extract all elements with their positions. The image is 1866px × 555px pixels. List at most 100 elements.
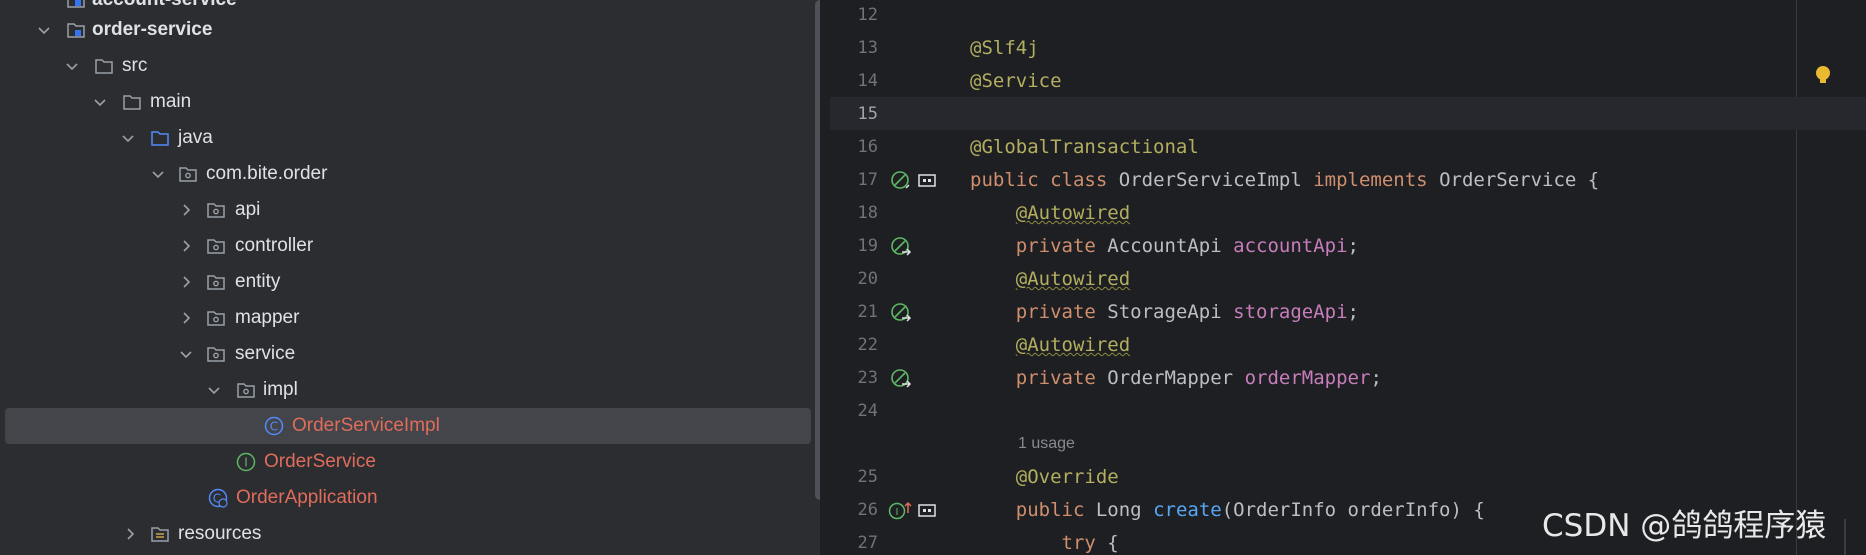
svg-text:I: I bbox=[896, 507, 899, 518]
code-line[interactable]: 21 private StorageApi storageApi; bbox=[830, 295, 1866, 328]
line-number: 17 bbox=[857, 170, 878, 190]
line-number: 16 bbox=[857, 137, 878, 157]
chevron-right-icon[interactable] bbox=[178, 274, 194, 290]
project-tree-panel: account-service order-service src main j… bbox=[0, 0, 820, 555]
code-line[interactable]: 23 private OrderMapper orderMapper; bbox=[830, 361, 1866, 394]
package-icon bbox=[179, 167, 197, 182]
chevron-right-icon[interactable] bbox=[178, 238, 194, 254]
tree-item-main[interactable]: main bbox=[0, 84, 820, 120]
class-name: OrderServiceImpl bbox=[1118, 169, 1302, 191]
package-icon bbox=[207, 275, 225, 290]
field-declaration: private StorageApi storageApi; bbox=[970, 301, 1359, 323]
keyword: private bbox=[1015, 301, 1096, 323]
annotation-text: @Override bbox=[1015, 466, 1119, 488]
tree-item-service[interactable]: service bbox=[0, 336, 820, 372]
spring-autowired-icon[interactable] bbox=[889, 301, 913, 325]
code-line[interactable]: 12 bbox=[830, 0, 1866, 31]
tree-item-label: OrderService bbox=[264, 451, 376, 472]
code-line[interactable]: 19 private AccountApi accountApi; bbox=[830, 229, 1866, 262]
field-declaration: private OrderMapper orderMapper; bbox=[970, 367, 1382, 389]
parameters: (OrderInfo orderInfo) { bbox=[1221, 499, 1485, 521]
keyword: try bbox=[1061, 532, 1096, 554]
tree-item-orderservice[interactable]: I OrderService bbox=[0, 444, 820, 480]
line-number: 12 bbox=[857, 5, 878, 25]
implemented-interface-icon[interactable] bbox=[916, 169, 938, 191]
line-number: 27 bbox=[857, 533, 878, 553]
chevron-down-icon[interactable] bbox=[92, 94, 108, 110]
semicolon: ; bbox=[1347, 235, 1359, 257]
chevron-right-icon[interactable] bbox=[178, 310, 194, 326]
resources-folder-icon bbox=[151, 527, 169, 542]
field-name: orderMapper bbox=[1244, 367, 1371, 389]
chevron-down-icon[interactable] bbox=[150, 166, 166, 182]
module-folder-icon bbox=[67, 23, 85, 38]
tree-item-label: mapper bbox=[235, 307, 300, 328]
chevron-down-icon[interactable] bbox=[178, 346, 194, 362]
chevron-down-icon[interactable] bbox=[206, 382, 222, 398]
lightbulb-icon[interactable] bbox=[1812, 64, 1834, 88]
tree-item-orderserviceimpl[interactable]: C OrderServiceImpl bbox=[0, 408, 820, 444]
keyword: implements bbox=[1313, 169, 1428, 191]
tree-item-label: order-service bbox=[92, 19, 213, 40]
folder-icon bbox=[95, 59, 113, 74]
tree-item-label: OrderServiceImpl bbox=[292, 415, 440, 436]
brace: { bbox=[1095, 532, 1119, 554]
code-line[interactable]: 24 bbox=[830, 394, 1866, 427]
tree-item-label: java bbox=[178, 127, 213, 148]
code-line[interactable]: 22 @Autowired bbox=[830, 328, 1866, 361]
tree-item-label: OrderApplication bbox=[236, 487, 378, 508]
chevron-right-icon[interactable] bbox=[178, 202, 194, 218]
code-line[interactable]: 20 @Autowired bbox=[830, 262, 1866, 295]
code-line[interactable]: 16 @GlobalTransactional bbox=[830, 130, 1866, 163]
tree-item-label: src bbox=[122, 55, 148, 76]
annotation-text: @Autowired bbox=[1015, 202, 1131, 224]
spring-autowired-icon[interactable] bbox=[889, 367, 913, 391]
chevron-right-icon[interactable] bbox=[122, 526, 138, 542]
tree-item-com-bite-order[interactable]: com.bite.order bbox=[0, 156, 820, 192]
implemented-method-icon[interactable] bbox=[916, 499, 938, 521]
tree-item-java[interactable]: java bbox=[0, 120, 820, 156]
tree-item-mapper[interactable]: mapper bbox=[0, 300, 820, 336]
tree-item-order-service[interactable]: order-service bbox=[0, 12, 820, 48]
tree-item-label: com.bite.order bbox=[206, 163, 328, 184]
spring-bean-icon[interactable] bbox=[889, 169, 913, 193]
module-folder-icon bbox=[67, 0, 85, 8]
line-number: 13 bbox=[857, 38, 878, 58]
code-annotation: @Autowired bbox=[970, 202, 1130, 224]
method-declaration: public Long create(OrderInfo orderInfo) … bbox=[970, 499, 1485, 521]
chevron-down-icon[interactable] bbox=[36, 22, 52, 38]
tree-item-src[interactable]: src bbox=[0, 48, 820, 84]
code-line[interactable]: 17 public class OrderServiceImpl impleme… bbox=[830, 163, 1866, 196]
code-line[interactable]: 13 @Slf4j bbox=[830, 31, 1866, 64]
line-number: 22 bbox=[857, 335, 878, 355]
code-annotation: @GlobalTransactional bbox=[970, 136, 1199, 158]
keyword: private bbox=[1015, 235, 1096, 257]
tree-item-impl[interactable]: impl bbox=[0, 372, 820, 408]
package-icon bbox=[207, 203, 225, 218]
tree-item-api[interactable]: api bbox=[0, 192, 820, 228]
usage-hint[interactable]: 1 usage bbox=[1018, 435, 1075, 453]
semicolon: ; bbox=[1370, 367, 1382, 389]
tree-item-orderapplication[interactable]: C OrderApplication bbox=[0, 480, 820, 516]
code-line[interactable]: 14 @Service bbox=[830, 64, 1866, 97]
code-line[interactable]: 25 @Override bbox=[830, 460, 1866, 493]
interface-name: OrderService { bbox=[1439, 169, 1600, 191]
tree-scrollbar[interactable] bbox=[815, 0, 820, 500]
tree-item-resources[interactable]: resources bbox=[0, 516, 820, 552]
code-editor[interactable]: 12 13 @Slf4j 14 @Service 15 16 @GlobalTr… bbox=[830, 0, 1866, 555]
line-number: 14 bbox=[857, 71, 878, 91]
spring-autowired-icon[interactable] bbox=[889, 235, 913, 259]
tree-item-entity[interactable]: entity bbox=[0, 264, 820, 300]
keyword: public bbox=[970, 169, 1039, 191]
chevron-down-icon[interactable] bbox=[64, 58, 80, 74]
annotation-text: @Autowired bbox=[1015, 268, 1131, 290]
code-annotation: @Autowired bbox=[970, 268, 1130, 290]
code-line[interactable]: 18 @Autowired bbox=[830, 196, 1866, 229]
tree-item-controller[interactable]: controller bbox=[0, 228, 820, 264]
type-name: Long bbox=[1095, 499, 1142, 521]
code-line-current[interactable]: 15 bbox=[830, 97, 1866, 130]
source-folder-icon bbox=[151, 131, 169, 146]
tree-item-label: service bbox=[235, 343, 296, 364]
chevron-down-icon[interactable] bbox=[120, 130, 136, 146]
implements-method-icon[interactable]: I bbox=[887, 499, 913, 523]
